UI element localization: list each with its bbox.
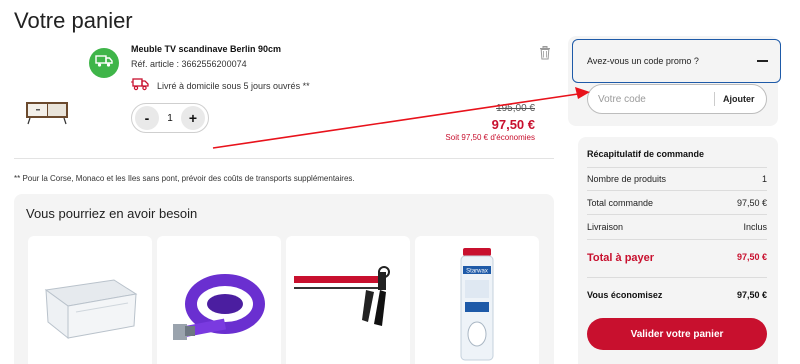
summary-row-value: Inclus <box>743 222 767 232</box>
bottle-brand-label: Starwax <box>466 269 488 275</box>
product-reference: Réf. article : 3662556200074 <box>131 59 247 69</box>
total-label: Total à payer <box>587 252 655 264</box>
caulking-gun-image <box>294 266 390 326</box>
quantity-value[interactable]: 1 <box>167 113 173 124</box>
divider <box>587 239 767 240</box>
shipping-footnote: ** Pour la Corse, Monaco et les Iles san… <box>14 174 355 183</box>
product-card[interactable] <box>28 236 152 364</box>
divider <box>587 277 767 278</box>
summary-row-value: 1 <box>761 174 767 184</box>
savings-label: Vous économisez <box>587 290 663 300</box>
summary-row-label: Livraison <box>587 222 624 232</box>
quantity-stepper[interactable]: - 1 + <box>131 103 209 133</box>
total-to-pay-row: Total à payer 97,50 € <box>587 252 767 264</box>
summary-row-value: 97,50 € <box>736 198 767 208</box>
quantity-increase-button[interactable]: + <box>181 106 205 130</box>
drain-cleaner-image: Starwax <box>460 248 494 361</box>
summary-title: Récapitulatif de commande <box>587 149 705 159</box>
divider <box>587 214 767 215</box>
promo-apply-button[interactable]: Ajouter <box>723 94 755 104</box>
delivery-badge <box>89 48 119 78</box>
discounted-price: 97,50 € <box>491 117 535 132</box>
savings-row: Vous économisez 97,50 € <box>587 290 767 300</box>
suggestions-title: Vous pourriez en avoir besoin <box>26 206 198 221</box>
divider <box>587 167 767 168</box>
delivery-text: Livré à domicile sous 5 jours ouvrés ** <box>157 80 310 91</box>
summary-row: Livraison Inclus <box>587 222 767 232</box>
quantity-decrease-button[interactable]: - <box>135 106 159 130</box>
product-name[interactable]: Meuble TV scandinave Berlin 90cm <box>131 44 281 54</box>
summary-row-label: Total commande <box>587 198 654 208</box>
divider <box>714 92 715 106</box>
total-value: 97,50 € <box>736 252 767 262</box>
summary-row-label: Nombre de produits <box>587 174 667 184</box>
promo-toggle-label: Avez-vous un code promo ? <box>587 56 699 66</box>
divider <box>587 190 767 191</box>
page-title: Votre panier <box>14 8 133 33</box>
product-card[interactable] <box>157 236 281 364</box>
promo-code-input[interactable] <box>598 93 714 105</box>
divider <box>14 158 554 159</box>
product-card[interactable]: Starwax <box>415 236 539 364</box>
suggestions-panel: Vous pourriez en avoir besoin Starwax <box>14 194 554 364</box>
product-card[interactable] <box>286 236 410 364</box>
summary-row: Total commande 97,50 € <box>587 198 767 208</box>
savings-value: 97,50 € <box>736 290 767 300</box>
promo-code-field[interactable]: Ajouter <box>587 84 767 114</box>
validate-cart-button[interactable]: Valider votre panier <box>587 318 767 350</box>
summary-row: Nombre de produits 1 <box>587 174 767 184</box>
delivery-truck-icon <box>131 78 149 93</box>
original-price: 195,00 € <box>496 103 535 114</box>
trash-icon[interactable] <box>539 46 551 60</box>
delivery-info: Livré à domicile sous 5 jours ouvrés ** <box>131 78 310 93</box>
promo-toggle[interactable]: Avez-vous un code promo ? <box>572 39 781 83</box>
storage-box-image <box>44 279 138 340</box>
savings-text: Soit 97,50 € d'économies <box>445 133 535 142</box>
ratchet-strap-image <box>173 274 265 340</box>
tv-cabinet-image[interactable] <box>24 96 72 128</box>
collapse-minus-icon[interactable] <box>757 60 768 62</box>
delivery-truck-icon <box>95 54 113 73</box>
